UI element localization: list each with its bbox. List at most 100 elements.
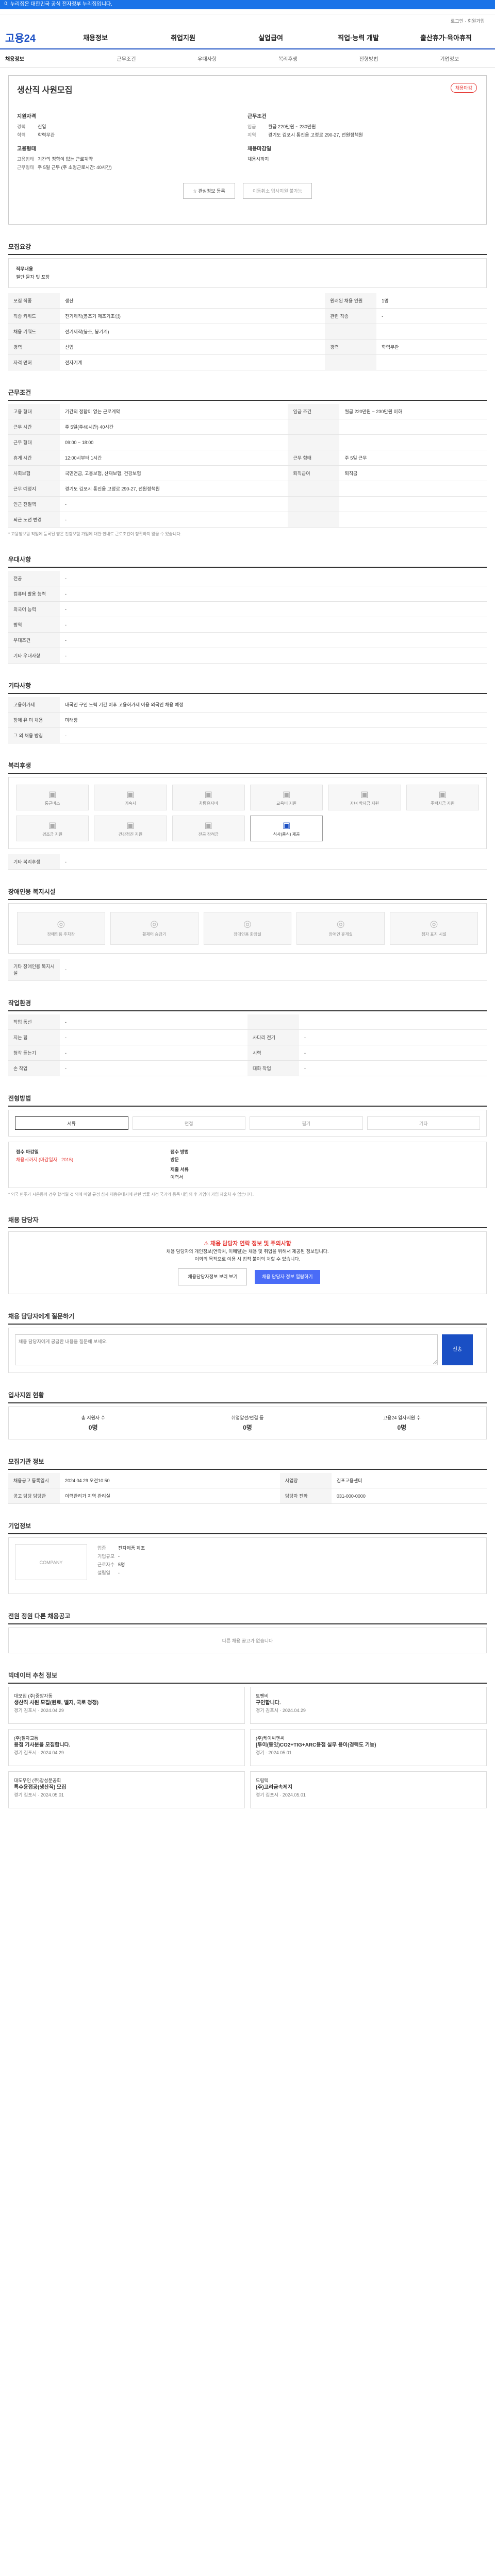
rec-card[interactable]: (주)철자교통 용접 기사분을 모집합니다. 경기 김포시 · 2024.04.29: [8, 1729, 245, 1766]
table-value: 기간의 정함이 없는 근로계약: [60, 404, 288, 419]
rec-card[interactable]: 대모집 (주)중앙자동 생산직 사원 모집(원료, 벨지, 국로 청정) 경기 김포…: [8, 1687, 245, 1724]
label: 제출 서류: [170, 1167, 189, 1172]
nav-jobs[interactable]: 채용정보: [52, 32, 139, 42]
section-preference-title: 우대사항: [8, 555, 487, 568]
warning-text: 채용 담당자 연락 정보 및 주의사항: [210, 1241, 291, 1247]
nav-leave[interactable]: 출산휴가·육아휴직: [402, 32, 490, 42]
table-label: [288, 512, 340, 528]
label: 접수 방법: [170, 1149, 189, 1155]
section-other-title: 전원 정원 다른 채용공고: [8, 1612, 487, 1624]
value: 0명: [88, 1424, 98, 1431]
table-label: 채용공고 등록일시: [8, 1473, 60, 1488]
welfare-icon: ▣: [283, 821, 291, 830]
welfare-label: 경조금 지원: [42, 832, 63, 837]
table-label: 모집 직종: [8, 293, 60, 309]
table-label: 담당자 전화: [279, 1488, 332, 1504]
apply-button[interactable]: 이동취소 입사지원 불가능: [243, 183, 312, 199]
label: 근로자수: [97, 1562, 115, 1567]
rec-title: 용접 기사분을 모집합니다.: [14, 1742, 71, 1748]
table-value: 이력관리가 지역 관리실: [60, 1488, 280, 1504]
welfare-item: ▣ 주택자금 지원: [406, 785, 479, 810]
table-label: 장애 유 미 채용: [8, 712, 60, 728]
disabled-etc: 기타 장애인용 복지시설 -: [8, 959, 487, 981]
alert-icon: ⚠: [204, 1241, 210, 1247]
nav-training[interactable]: 직업·능력 개발: [315, 32, 402, 42]
welfare-item: ▣ 통근버스: [16, 785, 89, 810]
facility-icon: ◎: [243, 919, 252, 929]
table-value: -: [299, 1060, 487, 1076]
staff-guide-button[interactable]: 채용담당자정보 보러 보기: [178, 1268, 248, 1285]
welfare-icon: ▣: [48, 790, 57, 799]
welfare-icon: ▣: [204, 821, 212, 830]
tab-conditions[interactable]: 근무조건: [86, 55, 167, 62]
welfare-item: ▣ 자녀 학자금 지원: [328, 785, 401, 810]
table-value: [376, 324, 487, 340]
star-icon: ☆: [192, 189, 199, 194]
table-label: [325, 324, 377, 340]
employment-heading: 고용형태: [17, 146, 36, 152]
value: 5명: [118, 1562, 125, 1567]
table-value: 09:00 ~ 18:00: [60, 434, 288, 450]
conditions-note: * 고용정보원 직업에 등록된 명은 건강보험 가입에 대한 안내로 근로조건이…: [8, 532, 182, 536]
table-row: 경력 신입 경력 학력무관: [8, 339, 487, 355]
table-value: -: [60, 632, 487, 648]
table-value: 학력무관: [376, 339, 487, 355]
table-value: 국민연금, 고용보험, 산재보험, 건강보험: [60, 465, 288, 481]
rec-card[interactable]: (주)케이씨엔씨 [투이(동잇)CO2+TIG+ARC용접 실무 용이(경력도 기…: [250, 1729, 487, 1766]
welfare-label: 기숙사: [124, 801, 137, 806]
question-input[interactable]: [15, 1334, 438, 1365]
welfare-icon: ▣: [438, 790, 447, 799]
table-row: 고용허가제 내국인 구인 노력 기간 이후 고용허가제 이용 외국인 채용 예정: [8, 697, 487, 713]
step-document: 서류: [15, 1116, 128, 1130]
table-row: 모집 직종 생산 원래된 채용 인원 1명: [8, 293, 487, 309]
status-badge: 채용마감: [450, 83, 477, 93]
section-question-title: 채용 담당자에게 질문하기: [8, 1312, 487, 1325]
value: -: [60, 959, 487, 981]
table-row: 근무 시간 주 5일(주40시간) 40시간: [8, 419, 487, 435]
tab-preference[interactable]: 우대사항: [167, 55, 248, 62]
table-label: 작업 동선: [8, 1014, 60, 1030]
tiny-bar: [0, 9, 495, 14]
table-value: -: [60, 601, 487, 617]
staff-view-button[interactable]: 채용 담당자 정보 열람하기: [255, 1270, 320, 1284]
table-row: 퇴근 노선 변경 -: [8, 512, 487, 528]
site-logo[interactable]: 고용24: [5, 30, 52, 45]
table-value: -: [60, 512, 288, 528]
rec-company: 토펜비: [256, 1693, 269, 1699]
nav-unemployment[interactable]: 실업급여: [227, 32, 315, 42]
rec-company: (주)케이씨엔씨: [256, 1736, 285, 1741]
table-row: 채용공고 등록일시 2024.04.29 오전10:50 사업장 김포고용센터: [8, 1473, 487, 1488]
disabled-item: ◎ 휠체어 승강기: [110, 912, 199, 945]
section-manage-title: 모집기관 정보: [8, 1457, 487, 1470]
section-disabled-title: 장애인용 복지시설: [8, 887, 487, 900]
facility-label: 장애인 휴게실: [328, 932, 353, 937]
util-links[interactable]: 로그인 · 회원가입: [0, 14, 495, 26]
table-value: [299, 1014, 487, 1030]
nav-support[interactable]: 취업지원: [139, 32, 227, 42]
section-rec-title: 빅데이터 추천 정보: [8, 1671, 487, 1684]
table-label: 인근 전철역: [8, 496, 60, 512]
send-button[interactable]: 전송: [442, 1334, 473, 1365]
tab-company[interactable]: 기업정보: [409, 55, 490, 62]
table-label: 외국어 능력: [8, 601, 60, 617]
rec-card[interactable]: 토펜비 구인합니다. 경기 김포시 · 2024.04.29: [250, 1687, 487, 1724]
table-value: -: [60, 586, 487, 602]
table-label: 경력: [325, 339, 377, 355]
section-company-title: 기업정보: [8, 1521, 487, 1534]
rec-title: 특수용접공(생산직) 모집: [14, 1785, 67, 1790]
value: 0명: [397, 1424, 407, 1431]
rec-company: 대도우인 (주)창성분공회: [14, 1778, 61, 1783]
table-label: 근무 형태: [8, 434, 60, 450]
tab-recruit[interactable]: 채용정보: [5, 55, 86, 62]
facility-label: 점자 표지 시설: [421, 932, 447, 937]
rec-company: 드림텍: [256, 1778, 269, 1783]
bookmark-button[interactable]: ☆ 관심정보 등록: [183, 183, 235, 199]
tab-method[interactable]: 전형방법: [328, 55, 409, 62]
label: 기업규모: [97, 1554, 115, 1559]
tab-welfare[interactable]: 복리후생: [248, 55, 328, 62]
table-value: -: [60, 1014, 248, 1030]
rec-card[interactable]: 드림텍 (주)고려금속제지 경기 김포시 · 2024.05.01: [250, 1771, 487, 1808]
table-value: 신입: [60, 339, 325, 355]
rec-card[interactable]: 대도우인 (주)창성분공회 특수용접공(생산직) 모집 경기 김포시 · 2024.…: [8, 1771, 245, 1808]
company-logo: COMPANY: [15, 1544, 87, 1580]
